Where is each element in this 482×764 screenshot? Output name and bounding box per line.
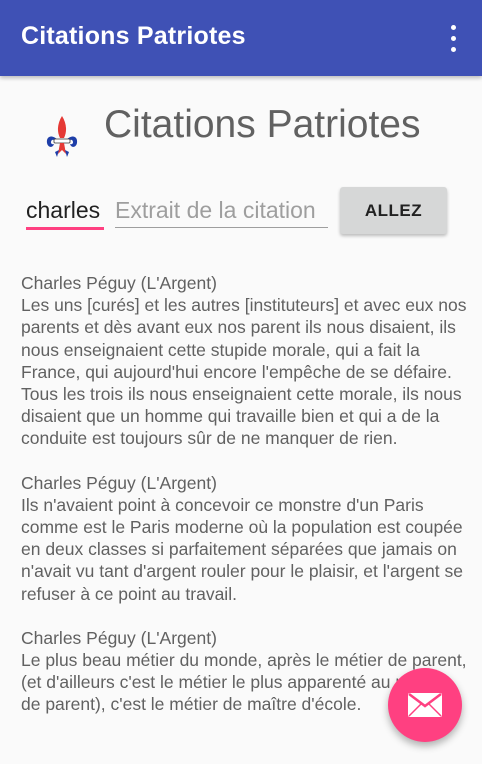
author-input-underline <box>26 227 104 230</box>
mail-icon <box>408 693 442 717</box>
author-search-input[interactable]: charles <box>26 196 104 230</box>
allez-button[interactable]: ALLEZ <box>340 187 447 234</box>
extract-placeholder: Extrait de la citation <box>115 197 316 223</box>
quote-text: Ils n'avaient point à concevoir ce monst… <box>21 494 463 604</box>
quote-text: Les uns [curés] et les autres [institute… <box>21 295 467 449</box>
fleur-de-lis-icon <box>46 116 78 157</box>
more-options-button[interactable] <box>440 22 468 56</box>
more-vert-dot <box>451 47 456 52</box>
author-search-value: charles <box>26 197 101 223</box>
header-title: Citations Patriotes <box>104 103 421 146</box>
more-vert-icon <box>451 25 456 30</box>
extract-search-input[interactable]: Extrait de la citation <box>115 196 328 230</box>
quote-item: Charles Péguy (L'Argent) Ils n'avaient p… <box>21 472 467 605</box>
extract-input-underline <box>115 227 328 228</box>
quote-author: Charles Péguy (L'Argent) <box>21 273 217 293</box>
quote-author: Charles Péguy (L'Argent) <box>21 472 217 493</box>
send-mail-fab[interactable] <box>388 668 462 742</box>
app-screen: Citations Patriotes Citations Patriotes … <box>0 0 482 764</box>
more-vert-dot <box>451 36 456 41</box>
quote-item: Charles Péguy (L'Argent) Les uns [curés]… <box>21 272 467 450</box>
app-bar: Citations Patriotes <box>0 0 482 76</box>
quote-author: Charles Péguy (L'Argent) <box>21 627 217 648</box>
app-bar-title: Citations Patriotes <box>21 22 246 50</box>
